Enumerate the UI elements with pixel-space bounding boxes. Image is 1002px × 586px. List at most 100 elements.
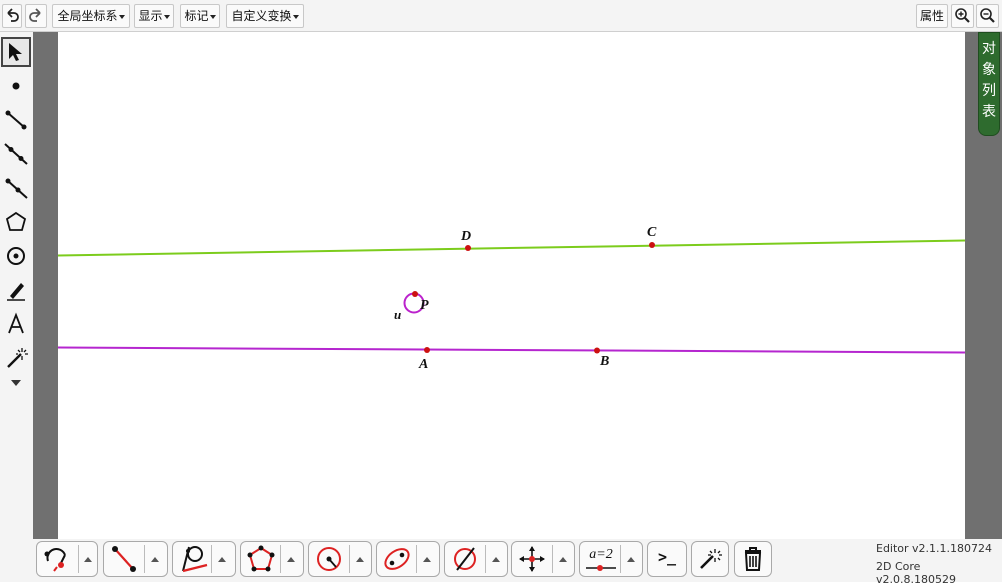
point-d[interactable] [465,245,471,251]
line-icon [4,143,28,165]
label-u: u [394,307,401,322]
text-tool[interactable] [1,309,31,339]
magic-tool-button[interactable] [691,541,729,577]
point-a[interactable] [424,347,430,353]
geometry-drawing: D C P u A B [58,225,965,372]
segment-tool-group[interactable] [103,541,168,577]
rotate-point-icon [44,548,66,572]
text-a-icon [8,312,24,334]
bottom-toolbar: a=2 >_ Editor v2.1.1.180724 2D Core v2.0… [0,539,1002,586]
chevron-down-icon [209,14,216,19]
coordinate-system-menu[interactable]: 全局坐标系 [52,4,130,28]
input-tool-button[interactable]: >_ [647,541,687,577]
circle-tool[interactable] [1,241,31,271]
circle-center-icon [317,547,341,571]
trash-icon [744,547,762,571]
properties-button[interactable]: 属性 [916,4,948,28]
label-b: B [599,354,609,369]
line-tool[interactable] [1,139,31,169]
magic-tool[interactable] [1,343,31,373]
ray-icon [5,178,28,199]
circle-center-icon [7,247,25,265]
display-label: 显示 [138,9,163,23]
slider-icon: a=2 [584,546,618,572]
chevron-up-icon[interactable] [627,557,635,562]
slider-tool-group[interactable]: a=2 [579,541,643,577]
object-list-char: 对 [982,41,996,57]
left-toolbar [0,32,33,582]
chevron-down-icon [292,14,299,19]
undo-button[interactable] [2,4,22,28]
magic-wand-icon [7,348,28,368]
redo-icon [29,8,41,22]
measure-tool-group[interactable] [444,541,508,577]
line-dc[interactable] [58,239,965,257]
command-prompt-icon: >_ [657,548,677,566]
chevron-down-icon [11,380,21,386]
circle-tool-group[interactable] [308,541,372,577]
geometry-canvas[interactable]: D C P u A B [58,32,965,539]
zoom-out-icon [980,8,995,23]
transform-tool-group[interactable] [36,541,98,577]
mark-label: 标记 [184,9,209,23]
object-list-tab[interactable]: 对 象 列 表 [978,32,1000,136]
zoom-in-icon [955,8,970,23]
delete-button[interactable] [734,541,772,577]
segment-icon [5,110,27,130]
core-version: 2D Core v2.0.8.180529 [876,560,956,586]
more-tools-toggle[interactable] [1,375,31,391]
chevron-up-icon[interactable] [151,557,159,562]
editor-version: Editor v2.1.1.180724 [876,542,993,555]
tangent-tool-group[interactable] [172,541,236,577]
point-b[interactable] [594,347,600,354]
conic-tool-group[interactable] [376,541,440,577]
pen-tool[interactable] [1,275,31,305]
chevron-up-icon[interactable] [559,557,567,562]
move-tool-group[interactable] [511,541,575,577]
polygon-tool[interactable] [1,207,31,237]
label-c: C [647,225,657,240]
point-c[interactable] [649,242,655,248]
tangent-circle-icon [182,546,208,573]
point-p[interactable] [412,291,418,297]
ray-tool[interactable] [1,173,31,203]
point-tool[interactable] [1,71,31,101]
chevron-down-icon [118,14,125,19]
point-icon [12,82,20,90]
line-ab[interactable] [58,346,965,354]
chevron-up-icon[interactable] [492,557,500,562]
custom-transform-label: 自定义变换 [231,9,292,23]
object-list-char: 列 [982,83,996,99]
select-tool[interactable] [1,37,31,67]
object-list-char: 表 [982,104,996,120]
chevron-up-icon[interactable] [218,557,226,562]
zoom-out-button[interactable] [976,4,999,28]
move-cross-icon [519,546,545,572]
chevron-up-icon[interactable] [84,557,92,562]
slider-bar-icon [586,565,616,571]
mark-menu[interactable]: 标记 [180,4,220,28]
polygon-icon [247,545,275,572]
zoom-in-button[interactable] [951,4,974,28]
display-menu[interactable]: 显示 [134,4,174,28]
ellipse-icon [384,548,410,570]
magic-wand-icon [700,549,722,569]
pentagon-icon [5,211,27,231]
segment-icon [112,546,136,572]
redo-button[interactable] [25,4,47,28]
slider-label: a=2 [589,547,613,562]
polygon-tool-group[interactable] [240,541,304,577]
chevron-up-icon[interactable] [356,557,364,562]
label-d: D [460,229,471,244]
pen-icon [7,283,25,301]
segment-tool[interactable] [1,105,31,135]
top-toolbar: 全局坐标系 显示 标记 自定义变换 属性 [0,0,1002,32]
coordinate-system-label: 全局坐标系 [57,9,118,23]
custom-transform-menu[interactable]: 自定义变换 [226,4,304,28]
chevron-up-icon[interactable] [423,557,431,562]
canvas-border-left [33,32,58,539]
chevron-down-icon [163,14,170,19]
label-p: P [420,298,429,313]
object-list-char: 象 [982,62,996,78]
chevron-up-icon[interactable] [287,557,295,562]
